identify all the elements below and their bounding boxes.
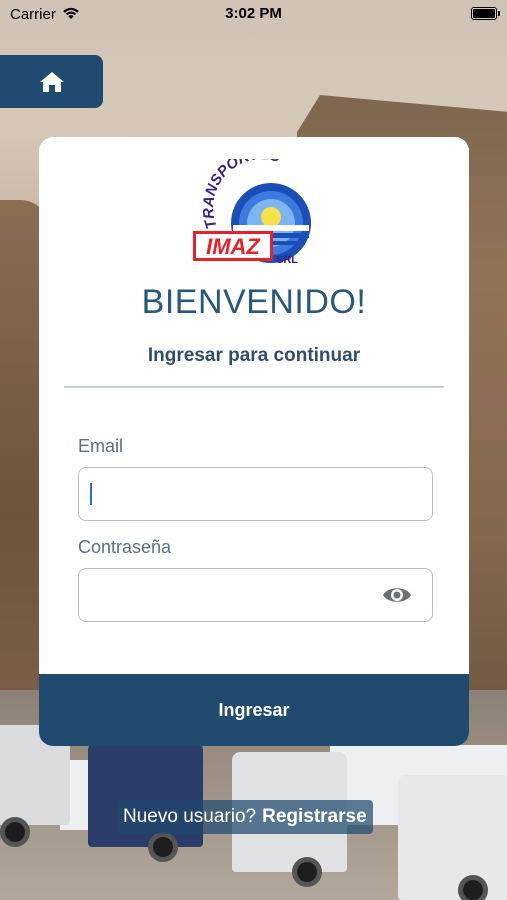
status-bar: Carrier 3:02 PM	[0, 0, 507, 28]
login-button[interactable]: Ingresar	[39, 674, 469, 746]
text-cursor	[90, 483, 92, 505]
register-link[interactable]: Registrarse	[262, 806, 367, 828]
background-truck	[398, 775, 507, 900]
status-time: 3:02 PM	[225, 5, 282, 22]
home-icon	[39, 71, 64, 92]
register-prompt: Nuevo usuario?	[123, 806, 257, 827]
email-label: Email	[78, 436, 124, 456]
home-button[interactable]	[0, 55, 103, 108]
logo-suffix-text: SRL	[276, 254, 298, 266]
logo-brand-text: IMAZ	[206, 234, 261, 259]
login-subtitle: Ingresar para continuar	[147, 345, 361, 366]
eye-icon[interactable]	[382, 583, 412, 607]
login-card: TRANSPORTES IMAZ SRL BIENVENIDO! Ingresa…	[39, 137, 469, 746]
battery-icon	[471, 7, 500, 20]
divider	[64, 386, 444, 388]
password-label: Contraseña	[78, 537, 172, 557]
email-input[interactable]	[78, 467, 433, 521]
company-logo: TRANSPORTES IMAZ SRL	[193, 159, 311, 266]
register-banner: Nuevo usuario? Registrarse	[117, 800, 373, 834]
password-input[interactable]	[78, 568, 433, 622]
welcome-title: BIENVENIDO!	[141, 283, 367, 321]
